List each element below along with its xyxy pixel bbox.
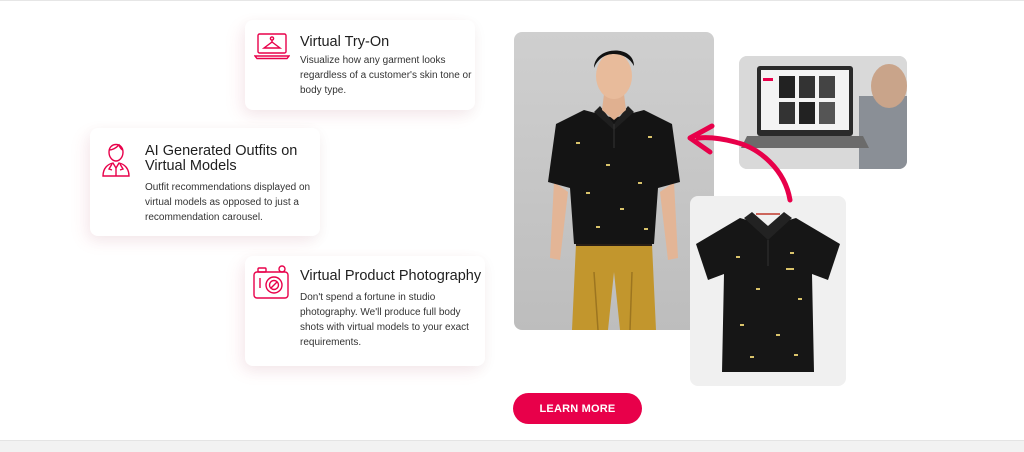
bottom-divider (0, 440, 1024, 452)
pink-arrow-icon (687, 123, 793, 203)
learn-more-button[interactable]: LEARN MORE (513, 393, 642, 424)
